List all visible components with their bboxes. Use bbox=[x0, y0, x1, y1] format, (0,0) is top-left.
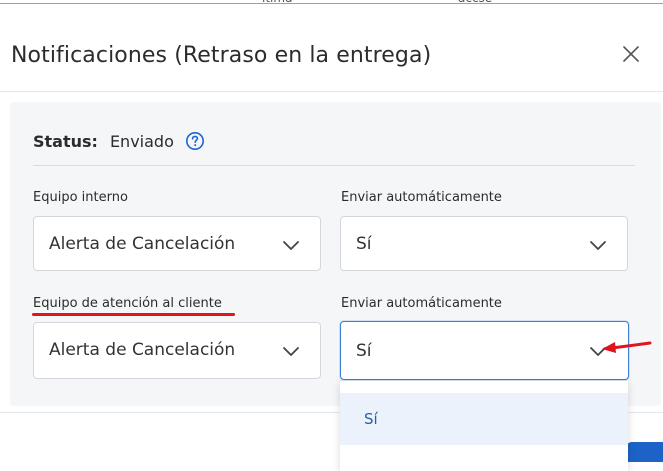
annotation-arrow-icon bbox=[602, 341, 652, 353]
background-page-edge bbox=[0, 0, 663, 4]
notification-settings-panel: Status: Enviado Equipo interno Enviar au… bbox=[10, 102, 661, 406]
header-divider bbox=[0, 91, 663, 92]
chevron-down-icon bbox=[283, 347, 299, 356]
close-icon bbox=[623, 46, 639, 62]
customer-service-auto-send-value: Sí bbox=[356, 341, 372, 361]
chevron-down-icon bbox=[283, 241, 299, 250]
dropdown-option-label: Sí bbox=[364, 410, 378, 428]
modal-title: Notificaciones (Retraso en la entrega) bbox=[11, 43, 432, 68]
status-label: Status: bbox=[33, 131, 98, 151]
internal-auto-send-value: Sí bbox=[356, 234, 372, 254]
internal-team-select[interactable]: Alerta de Cancelación bbox=[33, 216, 321, 271]
dropdown-option-si[interactable]: Sí bbox=[340, 393, 628, 445]
close-button[interactable] bbox=[619, 42, 643, 66]
internal-auto-send-select[interactable]: Sí bbox=[340, 216, 628, 271]
primary-button[interactable] bbox=[626, 442, 663, 462]
chevron-down-icon bbox=[590, 241, 606, 250]
auto-send-label: Enviar automáticamente bbox=[341, 296, 502, 311]
status-row: Status: Enviado bbox=[33, 128, 205, 154]
auto-send-label: Enviar automáticamente bbox=[341, 190, 502, 205]
background-text-fragment: ltima bbox=[262, 0, 292, 5]
internal-team-select-value: Alerta de Cancelación bbox=[49, 234, 236, 254]
customer-service-team-label: Equipo de atención al cliente bbox=[33, 296, 222, 311]
customer-service-team-select-value: Alerta de Cancelación bbox=[49, 340, 236, 360]
customer-service-team-select[interactable]: Alerta de Cancelación bbox=[33, 322, 321, 379]
panel-divider bbox=[33, 165, 635, 166]
customer-service-auto-send-select[interactable]: Sí bbox=[340, 321, 629, 380]
status-value: Enviado bbox=[109, 131, 174, 151]
internal-team-label: Equipo interno bbox=[33, 190, 128, 205]
modal-header: Notificaciones (Retraso en la entrega) bbox=[0, 30, 663, 92]
help-circle-icon[interactable] bbox=[185, 131, 205, 151]
background-text-fragment: accse bbox=[458, 0, 492, 5]
annotation-underline bbox=[32, 313, 235, 316]
